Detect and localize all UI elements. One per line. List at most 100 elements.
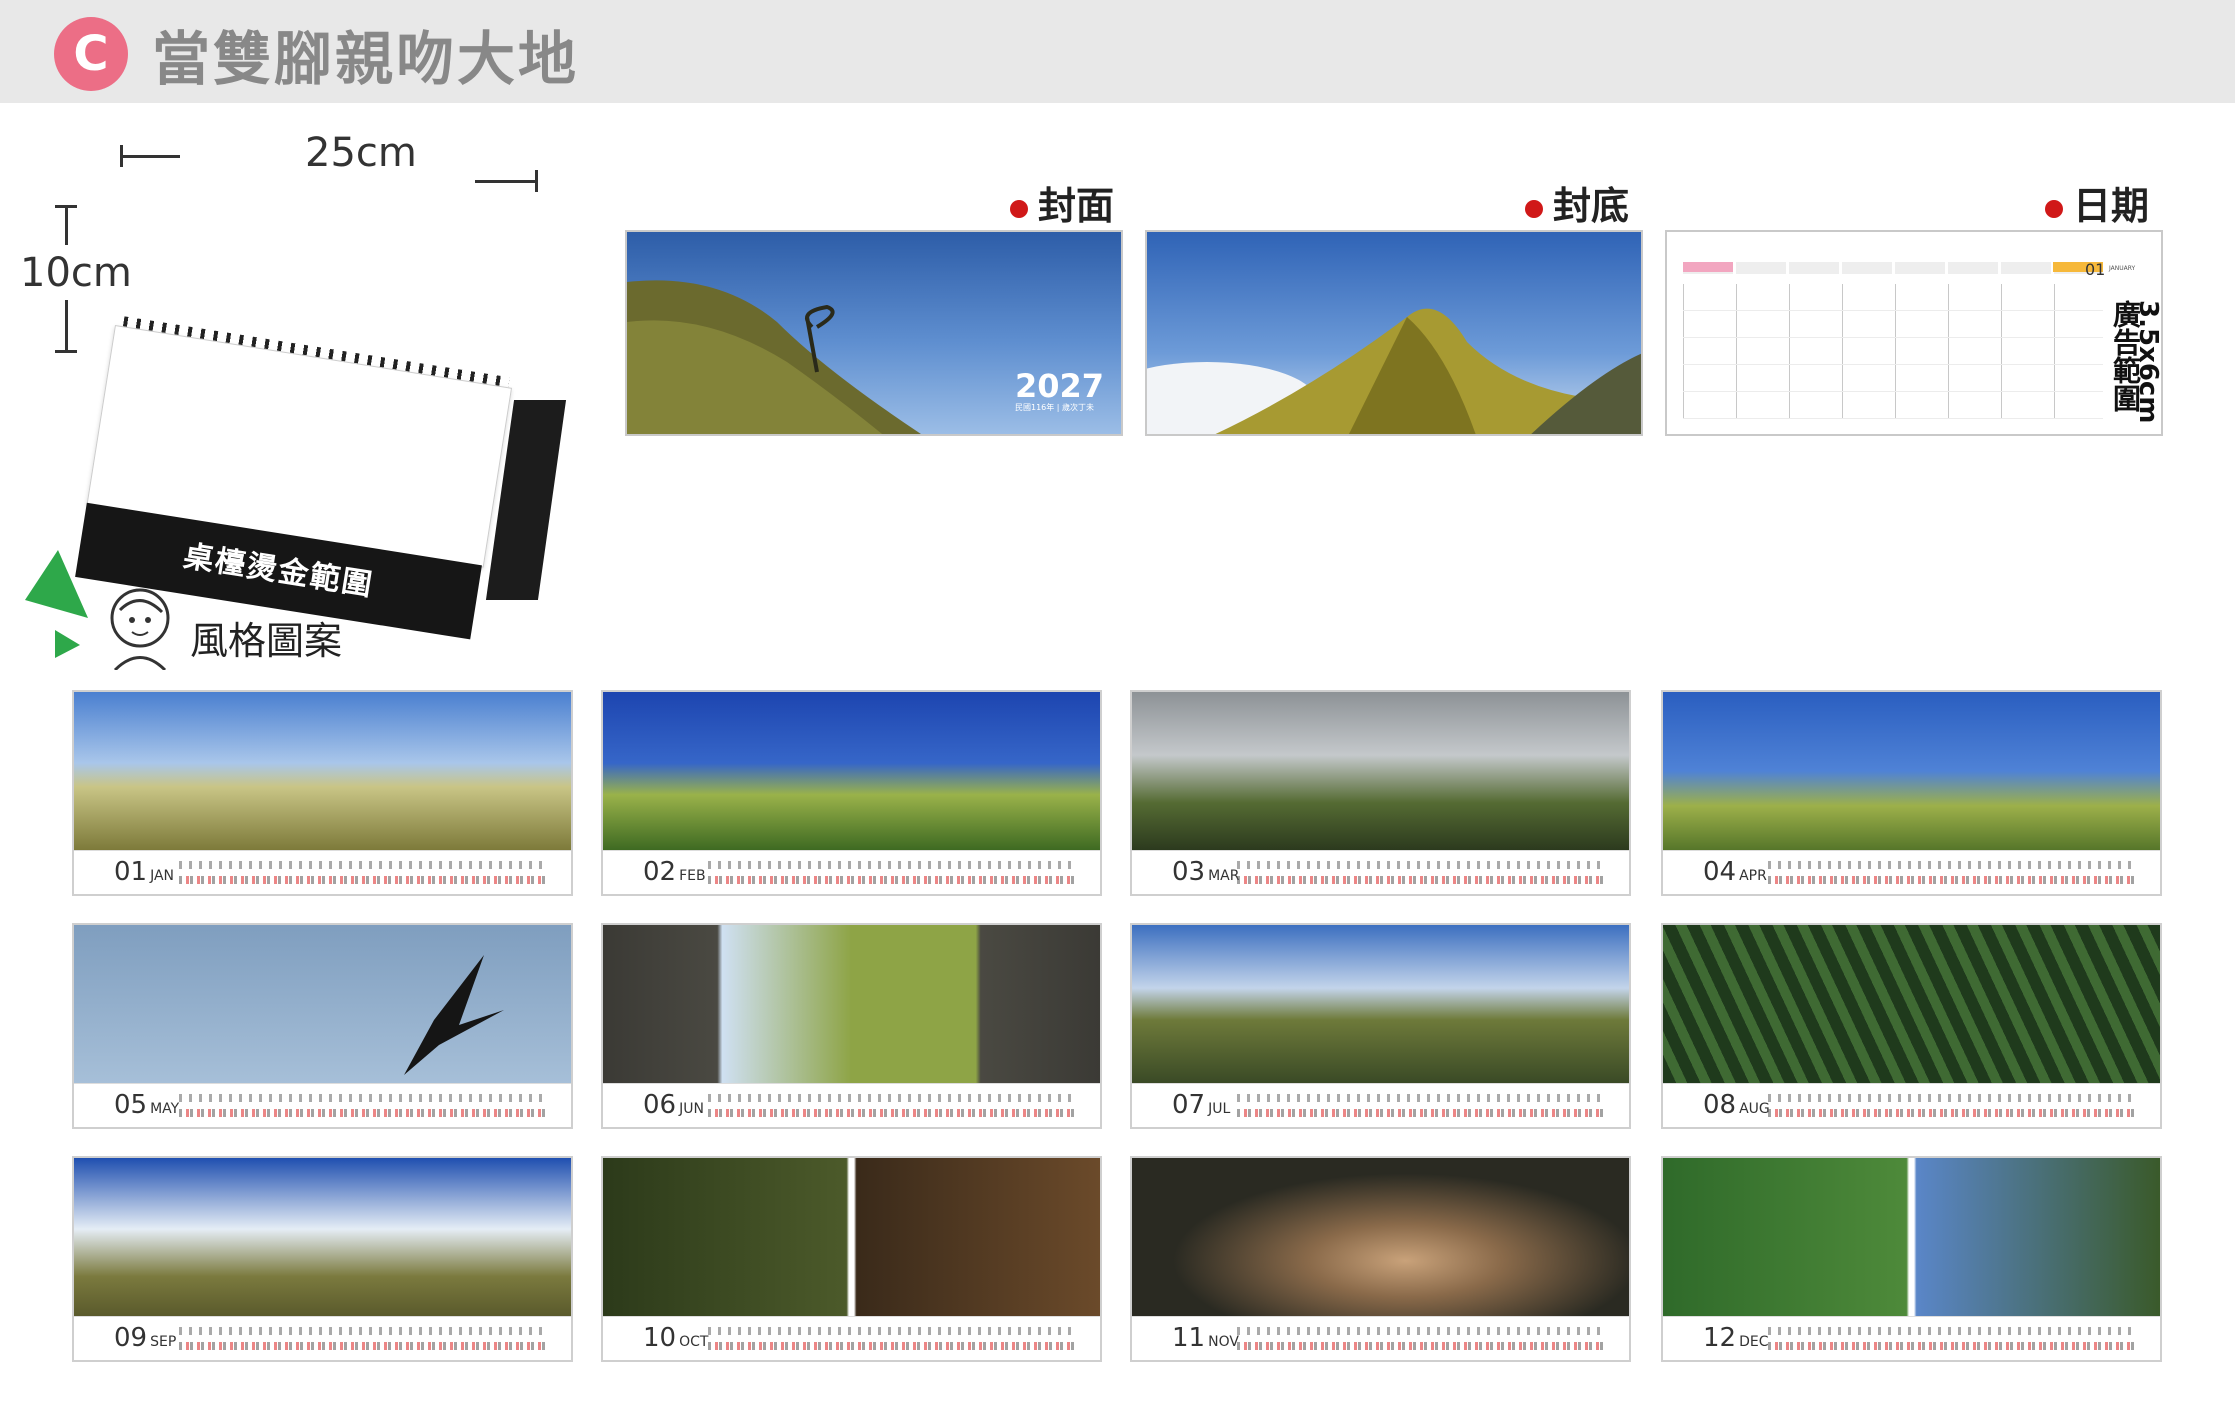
month-number: 01 JAN [114, 857, 175, 887]
sun-header [1683, 262, 1733, 272]
date-row [179, 1342, 549, 1350]
date-preview: 01 JANUARY 廣告範圍 3.5x6cm [1665, 230, 2163, 436]
height-dimension-upper [65, 205, 68, 245]
month-card: 10 OCT [601, 1156, 1102, 1362]
month-number: 10 OCT [643, 1323, 709, 1353]
red-dot-icon [1525, 199, 1543, 218]
date-label: 日期 [2045, 175, 2149, 230]
date-row [179, 1109, 549, 1117]
back-preview [1145, 230, 1643, 436]
month-card: 12 DEC [1661, 1156, 2162, 1362]
month-number: 06 JUN [643, 1090, 704, 1120]
date-row [1237, 1342, 1607, 1350]
weekday-row [179, 861, 549, 869]
weekday-row [179, 1094, 549, 1102]
month-strip: 05 MAY [74, 1083, 571, 1127]
month-card: 07 JUL [1130, 923, 1631, 1129]
date-row [708, 1342, 1078, 1350]
month-card: 09 SEP [72, 1156, 573, 1362]
month-strip: 11 NOV [1132, 1316, 1629, 1360]
weekday-row [708, 1094, 1078, 1102]
month-card: 04 APR [1661, 690, 2162, 896]
calendar-grid [1683, 262, 2103, 422]
month-strip: 01 JAN [74, 850, 571, 894]
width-dimension-tick-left [120, 145, 123, 167]
back-scene [1147, 308, 1641, 434]
height-label: 10cm [20, 250, 132, 296]
height-dimension-bottom [55, 350, 77, 353]
red-dot-icon [2045, 199, 2063, 218]
month-photo [74, 925, 571, 1083]
month-card: 05 MAY [72, 923, 573, 1129]
cover-preview: 2027 民國116年 | 歲次丁未 [625, 230, 1123, 436]
date-row [1768, 876, 2138, 884]
month-number: 08 AUG [1703, 1090, 1770, 1120]
date-row [1237, 1109, 1607, 1117]
date-row [708, 1109, 1078, 1117]
calendar-rows [1683, 284, 2103, 419]
weekday-row [179, 1327, 549, 1335]
month-number: 02 FEB [643, 857, 706, 887]
month-strip: 10 OCT [603, 1316, 1100, 1360]
month-photo [74, 692, 571, 850]
month-photo [603, 1158, 1100, 1316]
month-strip: 04 APR [1663, 850, 2160, 894]
style-section-label: 風格圖案 [10, 550, 410, 670]
month-photo [603, 925, 1100, 1083]
month-number: 12 DEC [1703, 1323, 1769, 1353]
month-card: 03 MAR [1130, 690, 1631, 896]
calendar-mockup: 25cm 10cm 桌檯燙金範圍 [0, 130, 600, 640]
height-dimension-lower [65, 300, 68, 350]
header-bar: C 當雙腳親吻大地 [0, 0, 2235, 103]
month-card: 02 FEB [601, 690, 1102, 896]
month-strip: 03 MAR [1132, 850, 1629, 894]
date-month-number: 01 [2085, 260, 2106, 279]
month-card: 06 JUN [601, 923, 1102, 1129]
month-photo [603, 692, 1100, 850]
month-photo [1132, 925, 1629, 1083]
weekday-header [1683, 262, 2103, 274]
cover-subtitle: 民國116年 | 歲次丁未 [1015, 403, 1095, 412]
date-row [179, 876, 549, 884]
month-photo [1132, 1158, 1629, 1316]
cover-year: 2027 [1015, 367, 1105, 405]
date-row [1237, 876, 1607, 884]
month-strip: 07 JUL [1132, 1083, 1629, 1127]
date-row [1768, 1342, 2138, 1350]
month-strip: 06 JUN [603, 1083, 1100, 1127]
weekday-row [1237, 861, 1607, 869]
weekday-row [708, 1327, 1078, 1335]
month-photo [1663, 925, 2160, 1083]
month-number: 11 NOV [1172, 1323, 1239, 1353]
month-photo [1132, 692, 1629, 850]
month-card: 11 NOV [1130, 1156, 1631, 1362]
month-number: 03 MAR [1172, 857, 1240, 887]
month-strip: 08 AUG [1663, 1083, 2160, 1127]
red-dot-icon [1010, 199, 1028, 218]
weekday-row [1768, 1327, 2138, 1335]
month-photo [74, 1158, 571, 1316]
month-card: 01 JAN [72, 690, 573, 896]
month-strip: 09 SEP [74, 1316, 571, 1360]
weekday-row [1768, 861, 2138, 869]
month-photo [1663, 1158, 2160, 1316]
date-month-name: JANUARY [2109, 265, 2136, 272]
date-row [708, 876, 1078, 884]
month-number: 09 SEP [114, 1323, 177, 1353]
section-title: 風格圖案 [190, 619, 343, 663]
weekday-row [708, 861, 1078, 869]
weekday-row [1768, 1094, 2138, 1102]
month-card: 08 AUG [1661, 923, 2162, 1129]
width-dimension-right [475, 180, 535, 183]
width-dimension-left [120, 155, 180, 158]
page-title: 當雙腳親吻大地 [152, 25, 580, 93]
cover-label: 封面 [1010, 175, 1114, 230]
month-number: 04 APR [1703, 857, 1767, 887]
width-dimension-tick-right [535, 170, 538, 192]
weekday-row [1237, 1327, 1607, 1335]
weekday-row [1237, 1094, 1607, 1102]
date-row [1768, 1109, 2138, 1117]
month-strip: 02 FEB [603, 850, 1100, 894]
leaf-icon [25, 550, 170, 670]
month-number: 07 JUL [1172, 1090, 1231, 1120]
